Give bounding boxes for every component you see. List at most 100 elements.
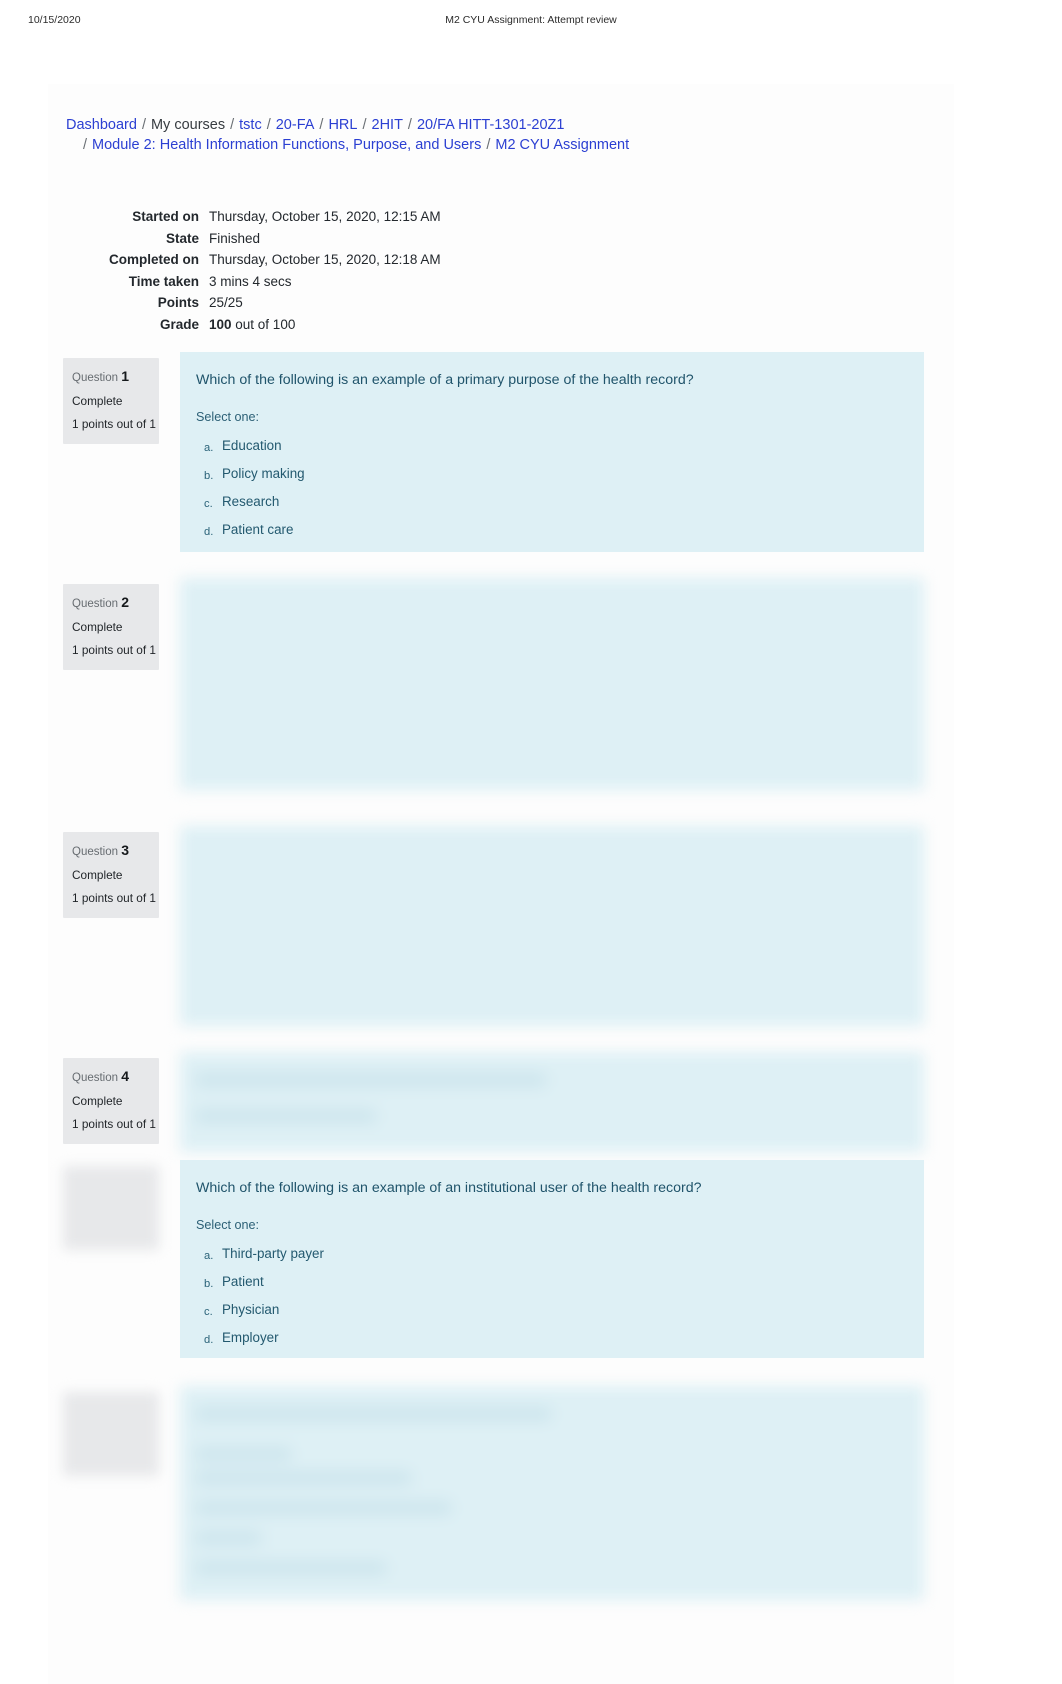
breadcrumb-item-8[interactable]: M2 CYU Assignment (495, 137, 629, 153)
answer-option[interactable]: d. Patient care (196, 516, 904, 544)
summary-value: 3 mins 4 secs (209, 273, 292, 289)
answer-letter: b. (204, 470, 214, 482)
question-number-value: 3 (121, 842, 130, 858)
answer-text: Patient (222, 1274, 264, 1289)
question-info-panel (63, 1166, 159, 1250)
question-text: Which of the following is an example of … (196, 1180, 702, 1196)
question-number: Question 3 (72, 842, 130, 858)
answer-option[interactable]: b. Policy making (196, 460, 904, 488)
question-body (180, 1386, 924, 1600)
summary-label: Completed on (109, 252, 199, 268)
page-card: Dashboard / My courses / tstc/20-FA / HRL/2HIT… (48, 84, 954, 1684)
answer-letter: c. (204, 498, 213, 510)
attempt-summary: Started on Thursday, October 15, 2020, 12… (66, 206, 936, 336)
question-state: Complete (72, 620, 123, 634)
question-number-value: 1 (121, 368, 130, 384)
question-number: Question 4 (72, 1068, 130, 1084)
select-one-label: Select one: (196, 410, 260, 424)
answer-text: Employer (222, 1330, 279, 1345)
select-one-label: Select one: (196, 1218, 260, 1232)
redacted-text-line (196, 1502, 451, 1514)
answer-letter: a. (204, 442, 214, 454)
question-mark: 1 points out of 1 (72, 643, 156, 657)
redacted-text-line (196, 1074, 546, 1086)
breadcrumb-line-2: / Module 2: Health Information Functions,… (66, 136, 936, 156)
attempt-summary-table: Started on Thursday, October 15, 2020, 12… (66, 206, 441, 336)
answer-option[interactable]: a. Third-party payer (196, 1240, 904, 1268)
question-mark (72, 1448, 150, 1464)
summary-label: Points (157, 295, 199, 311)
summary-row: Started on Thursday, October 15, 2020, 12… (66, 206, 441, 228)
answer-text: Research (222, 494, 280, 509)
breadcrumb-separator: / (266, 117, 271, 133)
answer-text: Third-party payer (222, 1246, 324, 1261)
breadcrumb-line-1: Dashboard / My courses / tstc/20-FA / HRL/2HIT… (66, 117, 564, 133)
breadcrumb-item-3[interactable]: 20-FA (276, 117, 315, 133)
question-number: Question 1 (72, 368, 130, 384)
answer-option[interactable]: c. Physician (196, 1296, 904, 1324)
redacted-text-line (196, 1110, 376, 1122)
question-text: Which of the following is an example of … (196, 372, 694, 388)
question-mark (72, 1222, 150, 1238)
answer-text: Education (222, 438, 282, 453)
print-header: 10/15/2020 M2 CYU Assignment: Attempt re… (0, 14, 1062, 32)
question-state (72, 1425, 150, 1441)
question-state (72, 1199, 150, 1215)
answer-letter: a. (204, 1250, 214, 1262)
print-title: M2 CYU Assignment: Attempt review (445, 14, 617, 26)
breadcrumb-item-1: My courses (150, 117, 226, 133)
grade-number: 100 (209, 316, 232, 332)
answer-text: Physician (222, 1302, 280, 1317)
question-number: Question 2 (72, 594, 130, 610)
answer-letter: d. (204, 1334, 214, 1346)
answer-letter: b. (204, 1278, 214, 1290)
question-number-value: 4 (121, 1068, 130, 1084)
answer-letter: d. (204, 526, 214, 538)
answer-option[interactable]: d. Employer (196, 1324, 904, 1352)
select-one-label (196, 634, 904, 652)
redacted-text-line (196, 1448, 291, 1460)
question-text (196, 596, 904, 616)
question-info-panel (63, 1392, 159, 1476)
redacted-text-line (196, 1408, 551, 1420)
summary-row: Points 25/25 (66, 292, 441, 314)
question-state: Complete (72, 394, 123, 408)
answer-option[interactable]: b. Patient (196, 1268, 904, 1296)
summary-value: Thursday, October 15, 2020, 12:15 AM (209, 209, 441, 224)
question-body: Which of the following is an example of … (180, 1160, 924, 1358)
breadcrumb-separator: / (319, 117, 324, 133)
breadcrumb-item-5[interactable]: 2HIT (372, 117, 403, 133)
redacted-text-line (196, 1532, 261, 1544)
answer-options: a. Education b. Policy making c. Research d. Pa… (196, 432, 904, 544)
summary-label: Started on (132, 209, 199, 224)
question-info-panel: Question 3 Complete 1 points out of 1 (63, 832, 159, 918)
select-one-label (196, 1442, 904, 1460)
summary-row: State Finished (66, 228, 441, 250)
question-number (72, 1176, 150, 1192)
breadcrumb-separator: / (141, 117, 146, 133)
question-number-value: 2 (121, 594, 130, 610)
question-number (72, 1402, 150, 1418)
question-body (180, 826, 924, 1026)
question-state: Complete (72, 1094, 123, 1108)
breadcrumb-item-6[interactable]: 20/FA HITT-1301-20Z1 (417, 117, 565, 133)
breadcrumb-item-4[interactable]: HRL (328, 117, 357, 133)
breadcrumb-item-0[interactable]: Dashboard (66, 117, 137, 133)
answer-option[interactable]: c. Research (196, 488, 904, 516)
question-mark: 1 points out of 1 (72, 417, 156, 431)
summary-label: Time taken (128, 273, 199, 289)
question-state: Complete (72, 868, 123, 882)
answer-options: a. Third-party payer b. Patient c. Physician d… (196, 1240, 904, 1352)
breadcrumb-item-7[interactable]: Module 2: Health Information Functions, … (92, 137, 481, 153)
answer-text: Patient care (222, 522, 294, 537)
summary-label: State (165, 230, 199, 246)
answer-text: Policy making (222, 466, 305, 481)
summary-row: Completed on Thursday, October 15, 2020, … (66, 249, 441, 271)
summary-row: Time taken 3 mins 4 secs (66, 271, 441, 293)
answer-option[interactable]: a. Education (196, 432, 904, 460)
question-body (180, 1052, 924, 1152)
answer-letter: c. (204, 1306, 213, 1318)
question-body (180, 578, 924, 790)
breadcrumb-item-2[interactable]: tstc (239, 117, 262, 133)
summary-row-grade: Grade 100 out of 100 (66, 314, 441, 336)
